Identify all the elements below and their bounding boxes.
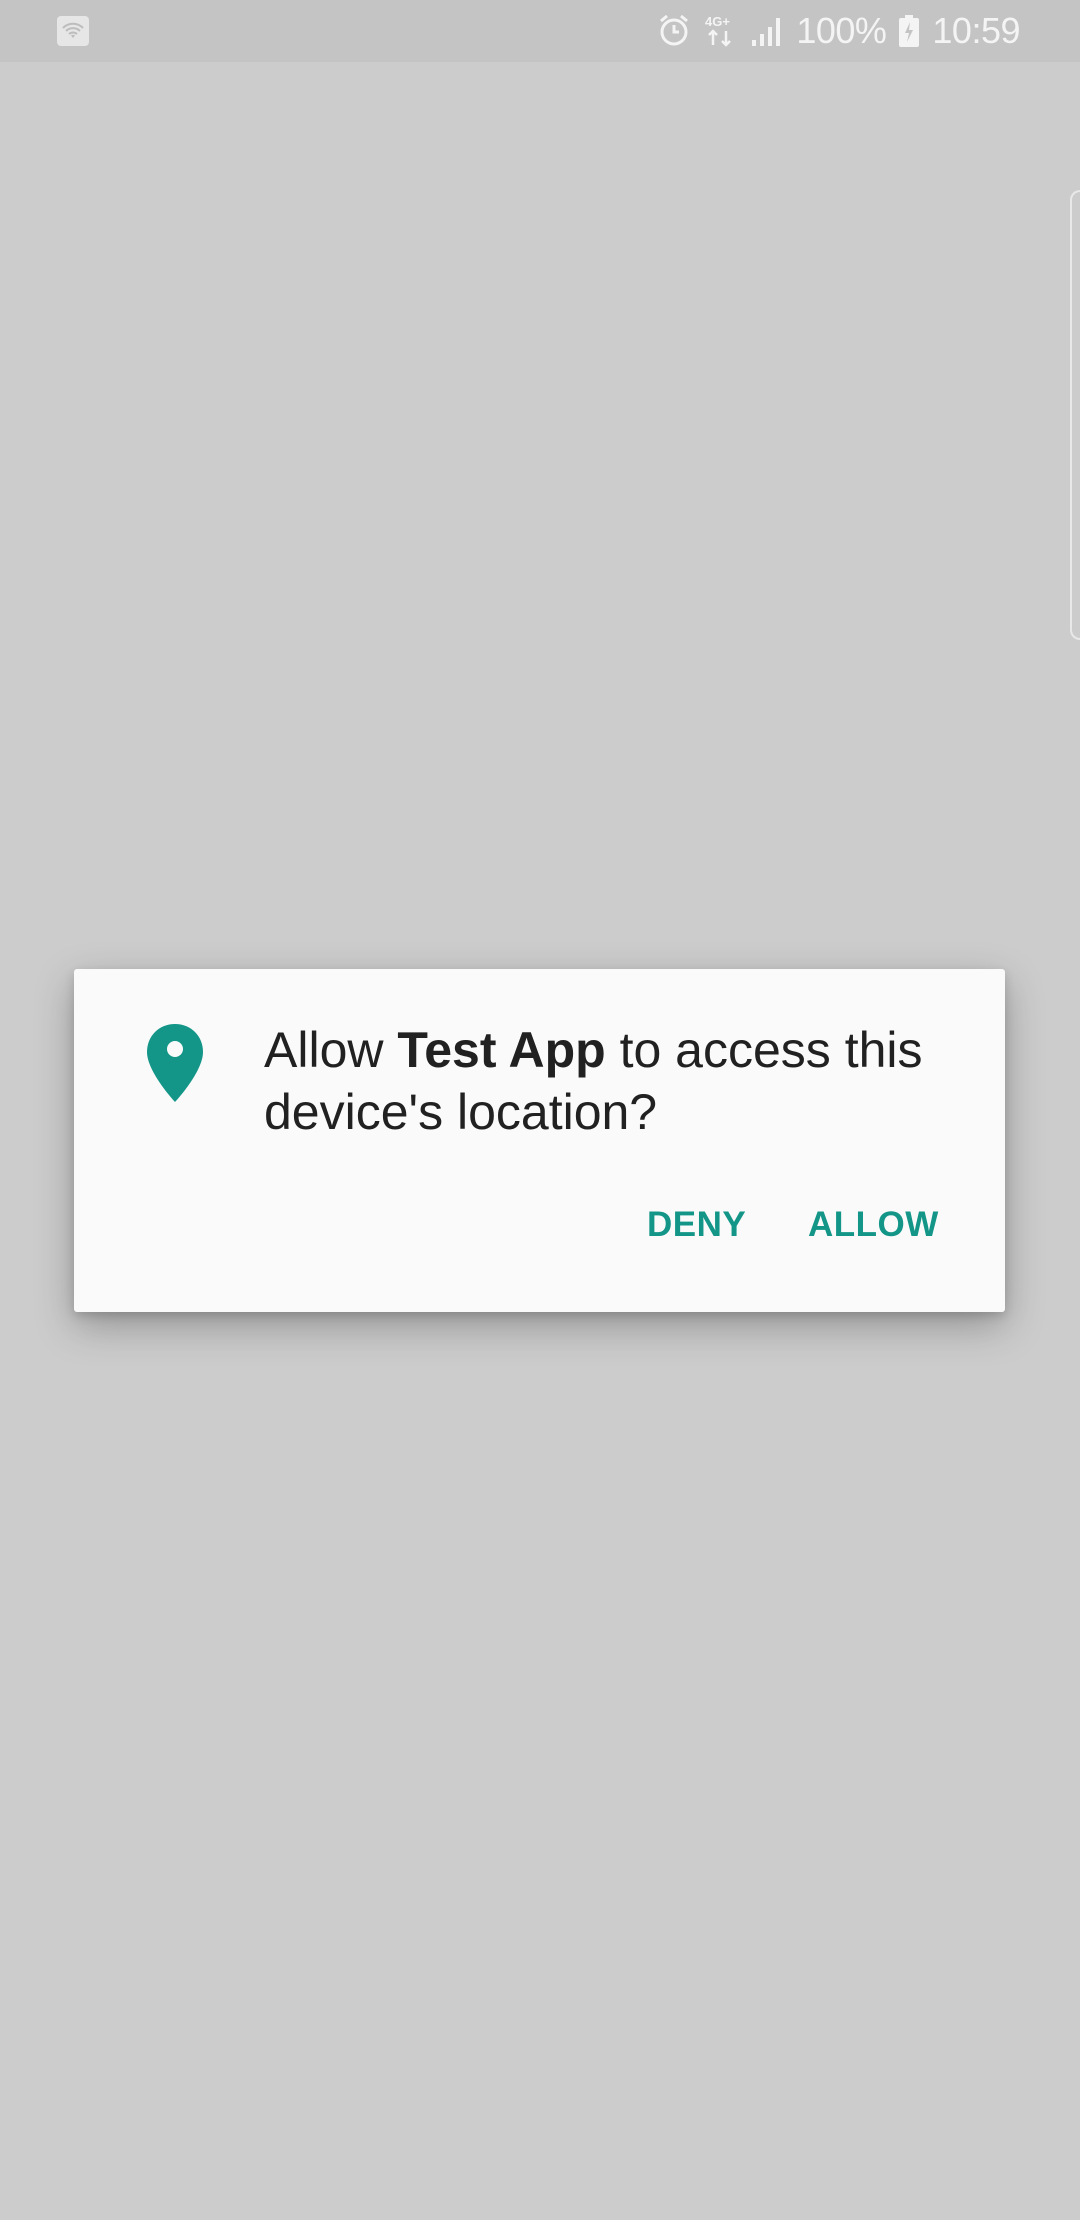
status-bar: 4G+ 100% 10:59	[0, 0, 1080, 62]
status-icons: 4G+ 100% 10:59	[656, 0, 1020, 62]
signal-icon	[750, 14, 784, 48]
app-name: Test App	[397, 1022, 606, 1078]
battery-charging-icon	[898, 14, 920, 48]
network-4g-icon: 4G+	[704, 13, 738, 49]
clock: 10:59	[932, 10, 1020, 51]
message-prefix: Allow	[264, 1022, 398, 1078]
alarm-icon	[656, 13, 692, 49]
allow-button[interactable]: ALLOW	[798, 1197, 949, 1253]
wifi-app-icon	[57, 16, 89, 46]
permission-dialog: Allow Test App to access this device's l…	[74, 969, 1005, 1312]
dialog-message: Allow Test App to access this device's l…	[264, 1019, 974, 1143]
edge-panel-handle[interactable]	[1070, 190, 1080, 640]
battery-percent: 100%	[796, 10, 887, 51]
network-type-label: 4G+	[705, 14, 730, 29]
location-pin-icon	[145, 1022, 205, 1109]
deny-button[interactable]: DENY	[637, 1197, 756, 1253]
